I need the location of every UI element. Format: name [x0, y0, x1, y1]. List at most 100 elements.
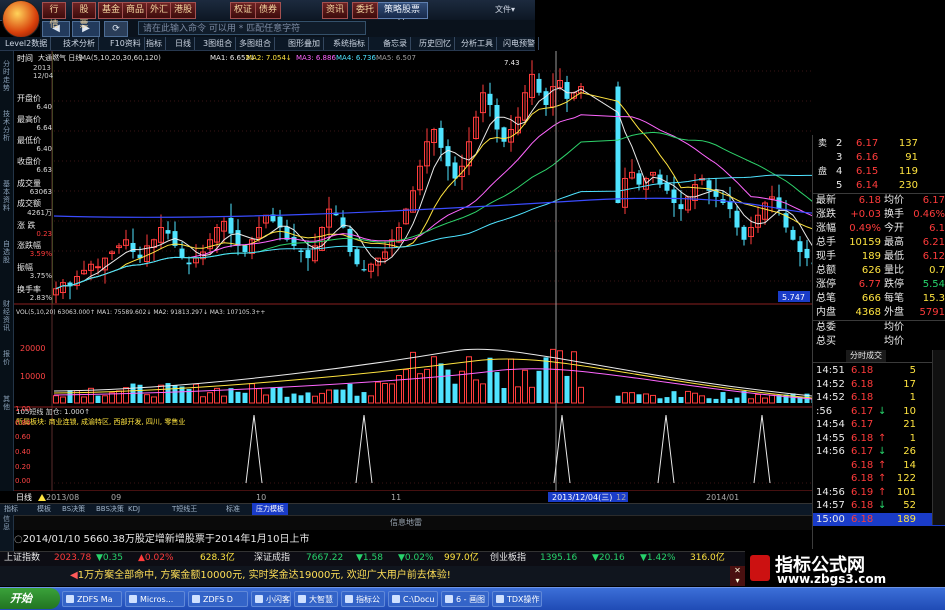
ask-level-2: 4 [836, 166, 843, 177]
index-name-0[interactable]: 上证指数 [4, 551, 40, 565]
index-name-1[interactable]: 深证成指 [254, 551, 290, 565]
stat-label-a-5: 总额 [816, 265, 836, 276]
volume-bar [291, 393, 297, 403]
toolbar-button-6[interactable]: 权证 [230, 2, 256, 19]
sidebar-tab-5[interactable]: 报价 [1, 350, 12, 366]
price-tag: 5.747 [782, 293, 805, 302]
trade-scrollbar[interactable] [932, 350, 945, 525]
volume-bar [298, 395, 304, 403]
menu-item-1[interactable]: 技术分析 [60, 37, 99, 50]
menu-item-5[interactable]: 3图组合 [200, 37, 237, 50]
time-axis-label-3: 10 [256, 493, 266, 502]
menu-item-9[interactable]: 备忘录 [380, 37, 411, 50]
stat-value-a-3: 10159 [849, 237, 881, 248]
trade-dir-3: ↓ [878, 405, 887, 417]
info-value-4: 63063 [29, 188, 52, 196]
taskbar-item-4[interactable]: 大智慧 [294, 591, 338, 607]
time-axis-label-5: 2013/12/04(三) [552, 493, 612, 502]
toolbar-button-2[interactable]: 基金 [98, 2, 124, 19]
volume-bar [361, 392, 367, 403]
volume-bar [172, 385, 178, 403]
ask-price-0: 6.17 [856, 138, 879, 149]
trade-vol-5: 1 [909, 432, 916, 444]
taskbar-item-0[interactable]: ZDFS Ma [62, 591, 122, 607]
candle-body [438, 127, 444, 148]
toolbar-button-1[interactable]: 股票 [72, 2, 96, 30]
sidebar-tab-4[interactable]: 财经资讯 [1, 300, 12, 332]
toolbar-button-5[interactable]: 港股 [170, 2, 196, 19]
stat-label-b-0: 均价 [884, 195, 904, 206]
stat-value-b-6: 5.54 [922, 279, 945, 290]
menu-item-2[interactable]: F10资料 [107, 37, 145, 50]
bottom-tab-1[interactable]: 模板 [33, 503, 55, 515]
volume-bar [270, 387, 276, 403]
indicator-tick-0: 1.00 [15, 405, 31, 413]
trade-vol-0: 5 [909, 365, 916, 376]
toolbar-button-9[interactable]: 委托 [352, 2, 378, 19]
sidebar-tab-0[interactable]: 分时走势 [1, 60, 12, 92]
bottom-tab-0[interactable]: 指标 [0, 503, 22, 515]
bottom-tab-4[interactable]: KDJ [124, 503, 144, 515]
taskbar-item-5[interactable]: 指标公 [341, 591, 385, 607]
file-menu[interactable]: 文件▾ [495, 4, 515, 15]
candle-body [678, 204, 684, 210]
kline-chart[interactable]: 大通燃气 日线MA(5,10,20,30,60,120) MA1: 6.652↓M… [14, 51, 812, 503]
time-axis-label-2: 09 [111, 493, 121, 502]
menu-item-7[interactable]: 图形叠加 [285, 37, 324, 50]
candle-body [179, 248, 185, 259]
stock-pool-button[interactable]: 策略股票池 [376, 2, 428, 30]
sidebar-tab-1[interactable]: 技术分析 [1, 110, 12, 142]
taskbar-item-8[interactable]: TDX操作 [492, 591, 542, 607]
taskbar-item-3[interactable]: 小闪客 [251, 591, 291, 607]
trade-vol-9: 101 [896, 486, 916, 498]
toolbar-button-8[interactable]: 资讯 [322, 2, 348, 19]
command-input[interactable]: 请在此输入命令 可以用 * 匹配任意字符 [138, 21, 366, 35]
toolbar-button-0[interactable]: 行情 [42, 2, 66, 30]
taskbar-item-2[interactable]: ZDFS D [188, 591, 248, 607]
taskbar-item-7[interactable]: 6 - 画图 [441, 591, 489, 607]
volume-bar [706, 398, 712, 403]
trades-title[interactable]: 分时成交 [846, 350, 886, 362]
quote-separator-1 [812, 193, 945, 194]
bottom-tab-2[interactable]: BS决策 [58, 503, 89, 515]
trade-time-6: 14:56 [816, 446, 845, 457]
menu-item-4[interactable]: 日线 [172, 37, 195, 50]
start-button[interactable]: 开始 [0, 588, 60, 609]
info-value-6: 0.23 [36, 230, 52, 238]
refresh-icon[interactable]: ⟳ [104, 21, 128, 37]
toolbar-button-3[interactable]: 商品 [122, 2, 148, 19]
ask-vol-2: 119 [898, 166, 918, 177]
chart-header-4: MA3: 6.886 [296, 54, 336, 62]
volume-bar [340, 389, 346, 403]
menu-item-3[interactable]: 指标 [143, 37, 166, 50]
toolbar-button-7[interactable]: 债券 [255, 2, 281, 19]
taskbar-item-1[interactable]: Micros... [125, 591, 185, 607]
index-name-2[interactable]: 创业板指 [490, 551, 526, 565]
sidebar-tab-2[interactable]: 基本资料 [1, 180, 12, 212]
volume-bar [678, 397, 684, 403]
taskbar-item-6[interactable]: C:\Docu [388, 591, 438, 607]
index-pct-2: ▼1.42% [640, 553, 676, 563]
ask-price-2: 6.15 [856, 166, 879, 177]
indicator-header-2: 所属板块: 商业连锁, 成渝特区, 西部开发, 四川, 零售业 [16, 417, 185, 426]
menu-item-0[interactable]: Level2数据 [2, 37, 52, 50]
bottom-tab-7[interactable]: 压力模板 [252, 503, 288, 515]
trade-vol-4: 21 [903, 419, 916, 430]
sidebar-tab-6[interactable]: 其他 [1, 395, 12, 411]
bottom-tab-5[interactable]: T短线王 [168, 503, 201, 515]
toolbar-button-4[interactable]: 外汇 [146, 2, 172, 19]
menu-item-8[interactable]: 系统指标 [330, 37, 369, 50]
watermark-url: www.zbgs3.com [777, 572, 887, 586]
notice-line[interactable]: ○2014/01/10 5660.38万股定增新增股票于2014年1月10日上市 [14, 530, 812, 550]
ad-close-icon[interactable]: ✕ ▾ [730, 566, 745, 586]
menu-item-11[interactable]: 分析工具 [458, 37, 497, 50]
bottom-tab-3[interactable]: BBS决策 [92, 503, 128, 515]
info-value-8: 3.75% [29, 272, 52, 280]
menu-item-6[interactable]: 多图组合 [236, 37, 275, 50]
sidebar-tab-3[interactable]: 自选股 [1, 240, 12, 264]
candle-body [354, 249, 360, 265]
menu-item-10[interactable]: 历史回忆 [416, 37, 455, 50]
menu-item-12[interactable]: 闪电预警 [500, 37, 539, 50]
news-bar[interactable]: 信息地雷 [0, 515, 812, 530]
bottom-tab-6[interactable]: 标准 [222, 503, 244, 515]
